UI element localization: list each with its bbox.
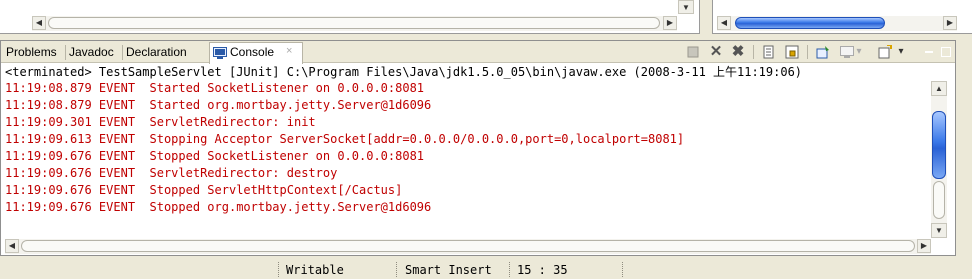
status-divider: [509, 262, 511, 277]
open-console-icon[interactable]: [877, 44, 893, 60]
status-cursor-position: 15 : 35: [517, 263, 568, 277]
upper-right-hscrollbar[interactable]: ◀ ▶: [717, 16, 957, 31]
console-view: Problems Javadoc Declaration Console × ✕…: [0, 40, 956, 256]
console-icon: [213, 47, 227, 59]
scroll-right-button[interactable]: ▶: [917, 239, 931, 253]
upper-left-view: ◀ ▶ ▼: [0, 0, 700, 34]
scroll-left-button[interactable]: ◀: [5, 239, 19, 253]
scroll-left-button[interactable]: ◀: [32, 16, 46, 30]
dropdown-arrow-icon[interactable]: ▾: [896, 44, 906, 60]
log-line: 11:19:09.676 EVENT ServletRedirector: de…: [5, 166, 338, 180]
tab-javadoc[interactable]: Javadoc: [66, 43, 117, 62]
console-hscrollbar[interactable]: ◀ ▶: [5, 239, 931, 254]
toolbar-divider: [753, 45, 754, 59]
scroll-thumb[interactable]: [21, 240, 915, 252]
log-line: 11:19:09.613 EVENT Stopping Acceptor Ser…: [5, 132, 685, 146]
remove-all-terminated-icon[interactable]: ✖: [730, 44, 746, 60]
pin-console-icon[interactable]: [815, 44, 831, 60]
process-description: <terminated> TestSampleServlet [JUnit] C…: [5, 65, 803, 79]
upper-right-view: ◀ ▶: [712, 0, 972, 34]
minimize-view-icon[interactable]: [921, 44, 937, 60]
tab-console[interactable]: Console ×: [209, 42, 303, 64]
upper-left-hscrollbar[interactable]: ◀ ▶: [32, 16, 677, 31]
scroll-thumb[interactable]: [735, 17, 885, 29]
view-tab-bar: Problems Javadoc Declaration Console × ✕…: [1, 41, 955, 64]
scroll-lock-icon[interactable]: [784, 44, 800, 60]
log-line: 11:19:08.879 EVENT Started SocketListene…: [5, 81, 425, 95]
log-line: 11:19:09.676 EVENT Stopped org.mortbay.j…: [5, 200, 432, 214]
log-line: 11:19:08.879 EVENT Started org.mortbay.j…: [5, 98, 432, 112]
remove-launch-icon[interactable]: ✕: [708, 44, 724, 60]
status-writable: Writable: [286, 263, 344, 277]
maximize-view-icon[interactable]: [938, 44, 954, 60]
status-bar: Writable Smart Insert 15 : 35: [0, 260, 972, 277]
scroll-down-button[interactable]: ▼: [931, 223, 947, 238]
tab-console-label: Console: [230, 45, 275, 59]
status-divider: [396, 262, 398, 277]
log-line: 11:19:09.676 EVENT Stopped SocketListene…: [5, 149, 425, 163]
console-output[interactable]: 11:19:08.879 EVENT Started SocketListene…: [5, 80, 684, 216]
terminate-icon[interactable]: [685, 44, 701, 60]
scroll-thumb[interactable]: [48, 17, 660, 29]
status-insert-mode: Smart Insert: [405, 263, 492, 277]
log-line: 11:19:09.301 EVENT ServletRedirector: in…: [5, 115, 316, 129]
tab-declaration[interactable]: Declaration: [123, 43, 190, 62]
scroll-up-button[interactable]: ▲: [931, 81, 947, 96]
scroll-thumb[interactable]: [932, 111, 946, 179]
status-divider: [622, 262, 624, 277]
scroll-right-button[interactable]: ▶: [943, 16, 957, 30]
scroll-track-pill[interactable]: [933, 181, 945, 219]
scroll-right-button[interactable]: ▶: [663, 16, 677, 30]
scroll-down-button[interactable]: ▼: [678, 0, 694, 14]
scroll-left-button[interactable]: ◀: [717, 16, 731, 30]
display-selected-console-icon[interactable]: [839, 44, 855, 60]
toolbar-divider: [807, 45, 808, 59]
log-line: 11:19:09.676 EVENT Stopped ServletHttpCo…: [5, 183, 403, 197]
tab-problems[interactable]: Problems: [3, 43, 60, 62]
close-icon[interactable]: ×: [286, 42, 292, 60]
status-divider: [278, 262, 280, 277]
dropdown-arrow-icon[interactable]: ▾: [854, 44, 864, 60]
clear-console-icon[interactable]: [761, 44, 777, 60]
console-vscrollbar[interactable]: ▲ ▼: [931, 81, 947, 238]
